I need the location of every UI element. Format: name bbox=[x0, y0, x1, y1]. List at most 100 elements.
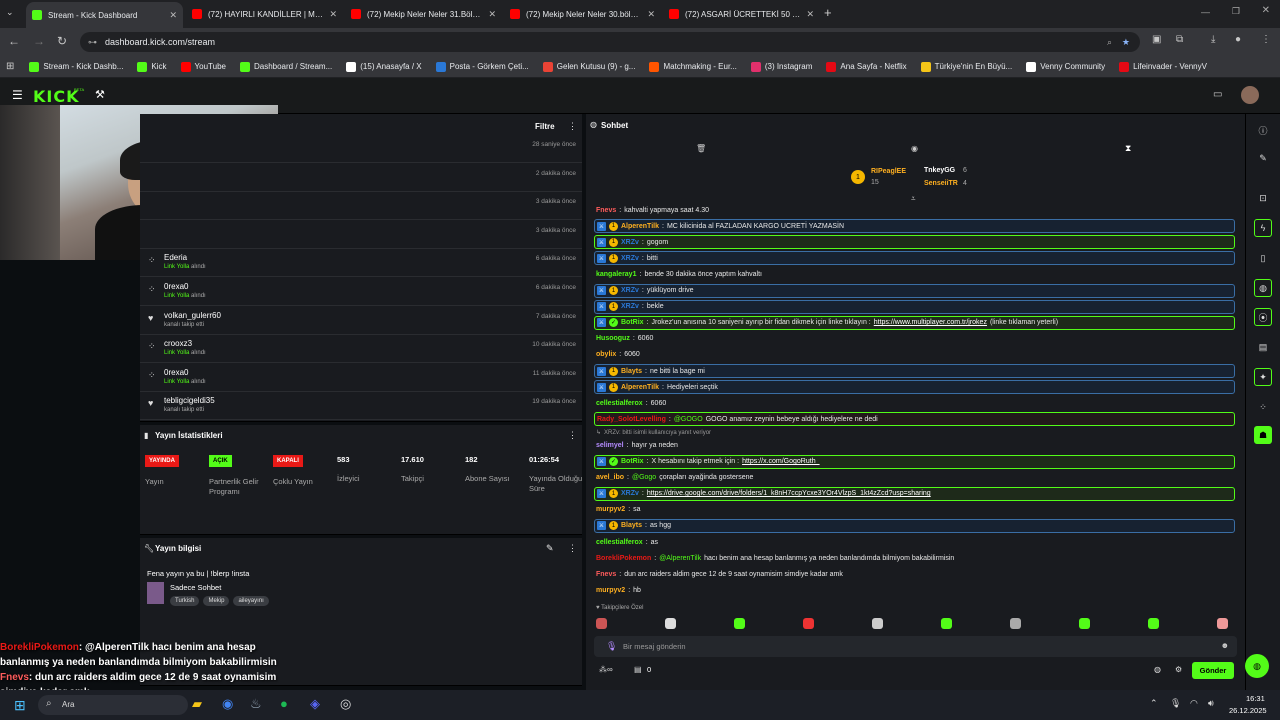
chat-username[interactable]: XRZv bbox=[621, 255, 639, 262]
tools-icon[interactable]: ✦ bbox=[1254, 368, 1272, 386]
stats-menu-icon[interactable]: ⋮ bbox=[568, 430, 577, 441]
bookmark-item[interactable]: Kick bbox=[130, 61, 173, 72]
filter-button[interactable]: Filtre bbox=[535, 122, 555, 131]
chat-username[interactable]: selimyel bbox=[596, 442, 624, 449]
chat-username[interactable]: murpyv2 bbox=[596, 506, 625, 513]
activity-user[interactable]: volkan_gulerr60 bbox=[164, 311, 221, 320]
tab-close-icon[interactable]: ✕ bbox=[806, 9, 814, 20]
file-explorer-icon[interactable]: ▰ bbox=[192, 696, 202, 712]
emote-icon[interactable] bbox=[1148, 618, 1159, 629]
emote-icon[interactable] bbox=[596, 618, 607, 629]
maximize-icon[interactable]: ❐ bbox=[1232, 6, 1240, 17]
chat-username[interactable]: BorekliPokemon bbox=[596, 555, 651, 562]
chat-bubble-footer-icon[interactable]: ◍ bbox=[1154, 665, 1161, 674]
bookmark-item[interactable]: (15) Anasayfa / X bbox=[339, 61, 428, 72]
chat-username[interactable]: avel_ibo bbox=[596, 474, 624, 481]
back-icon[interactable]: ← bbox=[8, 34, 20, 48]
apps-icon[interactable]: ⊞ bbox=[6, 61, 14, 72]
chat-link[interactable]: https://x.com/GogoRuth_ bbox=[742, 458, 819, 465]
tab-close-icon[interactable]: ✕ bbox=[169, 10, 177, 21]
bookmark-item[interactable]: Matchmaking - Eur... bbox=[642, 61, 743, 72]
minimize-icon[interactable]: — bbox=[1201, 7, 1210, 17]
steam-icon[interactable]: ♨ bbox=[250, 696, 262, 712]
tab-close-icon[interactable]: ✕ bbox=[647, 9, 655, 20]
chat-username[interactable]: XRZv bbox=[621, 303, 639, 310]
reload-icon[interactable]: ↻ bbox=[57, 34, 67, 48]
bookmark-item[interactable]: Venny Community bbox=[1019, 61, 1112, 72]
chat-username[interactable]: Rady_SolotLevelling bbox=[597, 416, 666, 423]
hamburger-icon[interactable]: ☰ bbox=[12, 88, 23, 102]
theater-icon[interactable]: ▭ bbox=[1213, 89, 1222, 100]
chat-mention[interactable]: @AlperenTilk bbox=[659, 555, 701, 562]
document-icon[interactable]: ▯ bbox=[1254, 249, 1272, 267]
chat-mention[interactable]: @GOGO bbox=[674, 416, 703, 423]
chat-username[interactable]: AlperenTilk bbox=[621, 223, 659, 230]
chat-username[interactable]: kangaleray1 bbox=[596, 271, 636, 278]
chat-username[interactable]: cellestialferox bbox=[596, 539, 643, 546]
chat-username[interactable]: BotRix bbox=[621, 319, 644, 326]
tray-chevron-icon[interactable]: ⌃ bbox=[1150, 698, 1158, 709]
activity-user[interactable]: 0rexa0 bbox=[164, 282, 188, 291]
bookmark-item[interactable]: Stream - Kick Dashb... bbox=[22, 61, 130, 72]
chat-username[interactable]: AlperenTilk bbox=[621, 384, 659, 391]
profile-icon[interactable]: ● bbox=[1235, 34, 1241, 45]
close-window-icon[interactable]: ✕ bbox=[1262, 5, 1270, 16]
emote-icon[interactable] bbox=[1217, 618, 1228, 629]
emote-icon[interactable] bbox=[665, 618, 676, 629]
activity-user[interactable]: 0rexa0 bbox=[164, 368, 188, 377]
tray-mic-icon[interactable]: 🎙︎ bbox=[1170, 698, 1181, 709]
chat-mention[interactable]: @Gogo bbox=[632, 474, 656, 481]
emote-icon[interactable] bbox=[1010, 618, 1021, 629]
chat-settings-icon[interactable]: ◉ bbox=[911, 144, 918, 153]
obs-icon[interactable]: ◎ bbox=[340, 696, 351, 712]
bookmark-item[interactable]: Gelen Kutusu (9) - g... bbox=[536, 61, 643, 72]
bookmark-item[interactable]: (3) Instagram bbox=[744, 61, 820, 72]
edit-icon[interactable]: ✎ bbox=[546, 543, 554, 554]
kick-logo[interactable]: KICK bbox=[33, 87, 80, 106]
hourglass-icon[interactable]: ⧗ bbox=[1125, 143, 1131, 154]
activity-user[interactable]: Ederia bbox=[164, 253, 187, 262]
browser-tab[interactable]: (72) ASGARİ ÜCRETTEKİ 50 KU... ✕ bbox=[663, 4, 820, 24]
forward-icon[interactable]: → bbox=[33, 34, 45, 48]
spotify-icon[interactable]: ● bbox=[280, 696, 288, 711]
emote-icon[interactable] bbox=[872, 618, 883, 629]
bookmark-item[interactable]: Dashboard / Stream... bbox=[233, 61, 339, 72]
chat-username[interactable]: XRZv bbox=[621, 287, 639, 294]
emote-icon[interactable] bbox=[734, 618, 745, 629]
chat-rail-icon[interactable]: ◍ bbox=[1254, 279, 1272, 297]
info-icon[interactable]: ⓘ bbox=[1254, 121, 1272, 139]
chat-gear-icon[interactable]: ⚙ bbox=[1175, 665, 1182, 674]
bookmark-star-icon[interactable]: ★ bbox=[1122, 37, 1130, 48]
windows-start-icon[interactable]: ⊞ bbox=[14, 697, 26, 714]
activity-menu-icon[interactable]: ⋮ bbox=[568, 121, 577, 132]
browser-tab[interactable]: Stream - Kick Dashboard ✕ bbox=[26, 2, 183, 28]
chrome-icon[interactable]: ◉ bbox=[222, 696, 233, 712]
robot-icon[interactable]: ⊡ bbox=[1254, 189, 1272, 207]
stream-tag[interactable]: Turkish bbox=[170, 596, 200, 606]
pencil-icon[interactable]: ✎ bbox=[1254, 149, 1272, 167]
download-icon[interactable]: ⤓ bbox=[1211, 34, 1215, 45]
chat-input[interactable]: 🎙︎ Bir mesaj gönderin ☻ bbox=[594, 636, 1237, 657]
send-button[interactable]: Gönder bbox=[1192, 662, 1234, 679]
stream-tag[interactable]: aileyayını bbox=[233, 596, 269, 606]
info-menu-icon[interactable]: ⋮ bbox=[568, 543, 577, 554]
puzzle-icon[interactable]: ⧉ bbox=[1176, 34, 1183, 45]
chat-username[interactable]: BotRix bbox=[621, 458, 644, 465]
emote-icon[interactable] bbox=[1079, 618, 1090, 629]
bookmark-item[interactable]: Ana Sayfa - Netflix bbox=[819, 61, 913, 72]
tray-wifi-icon[interactable]: ◠ bbox=[1190, 698, 1198, 709]
bookmark-item[interactable]: YouTube bbox=[174, 61, 233, 72]
chat-username[interactable]: Blayts bbox=[621, 522, 642, 529]
layout-icon[interactable]: ▤ bbox=[1254, 338, 1272, 356]
chat-username[interactable]: XRZv bbox=[621, 239, 639, 246]
store-icon[interactable]: ▤ bbox=[634, 665, 642, 674]
browser-tab[interactable]: (72) HAYIRLI KANDİLLER | Mad... ✕ bbox=[186, 4, 343, 24]
chat-username[interactable]: XRZv bbox=[621, 490, 639, 497]
tab-search-icon[interactable]: ⌄ bbox=[6, 7, 14, 18]
discord-icon[interactable]: ◈ bbox=[310, 696, 320, 712]
apps-rail-icon[interactable]: ⁘ bbox=[1254, 398, 1272, 416]
trash-icon[interactable]: 🗑︎ bbox=[696, 144, 706, 153]
hammer-icon[interactable]: ⚒ bbox=[95, 88, 105, 101]
tab-close-icon[interactable]: ✕ bbox=[329, 9, 337, 20]
tray-volume-icon[interactable]: 🔊︎ bbox=[1208, 698, 1214, 709]
